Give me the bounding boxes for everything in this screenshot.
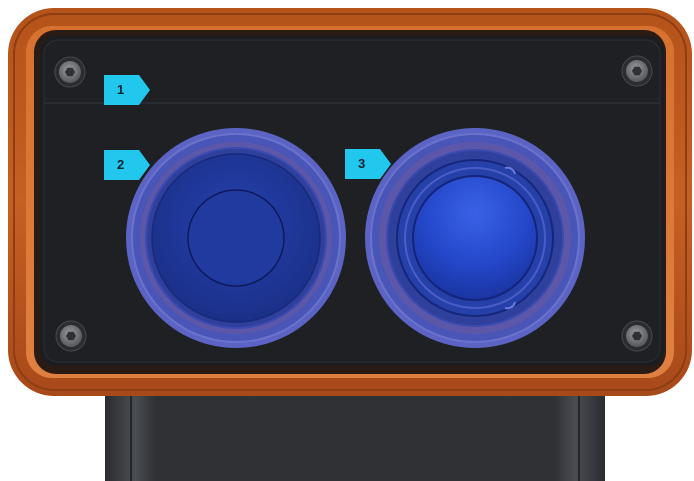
push-button-right[interactable] <box>365 128 585 348</box>
hex-socket-screw-icon <box>621 55 653 87</box>
push-button-left[interactable] <box>126 128 346 348</box>
enclosure-illustration <box>8 8 692 481</box>
hex-socket-screw-icon <box>54 56 86 88</box>
device-render: 1 2 3 <box>0 0 694 481</box>
enclosure-base <box>105 385 605 481</box>
hex-socket-screw-icon <box>55 320 87 352</box>
hex-socket-screw-icon <box>621 320 653 352</box>
